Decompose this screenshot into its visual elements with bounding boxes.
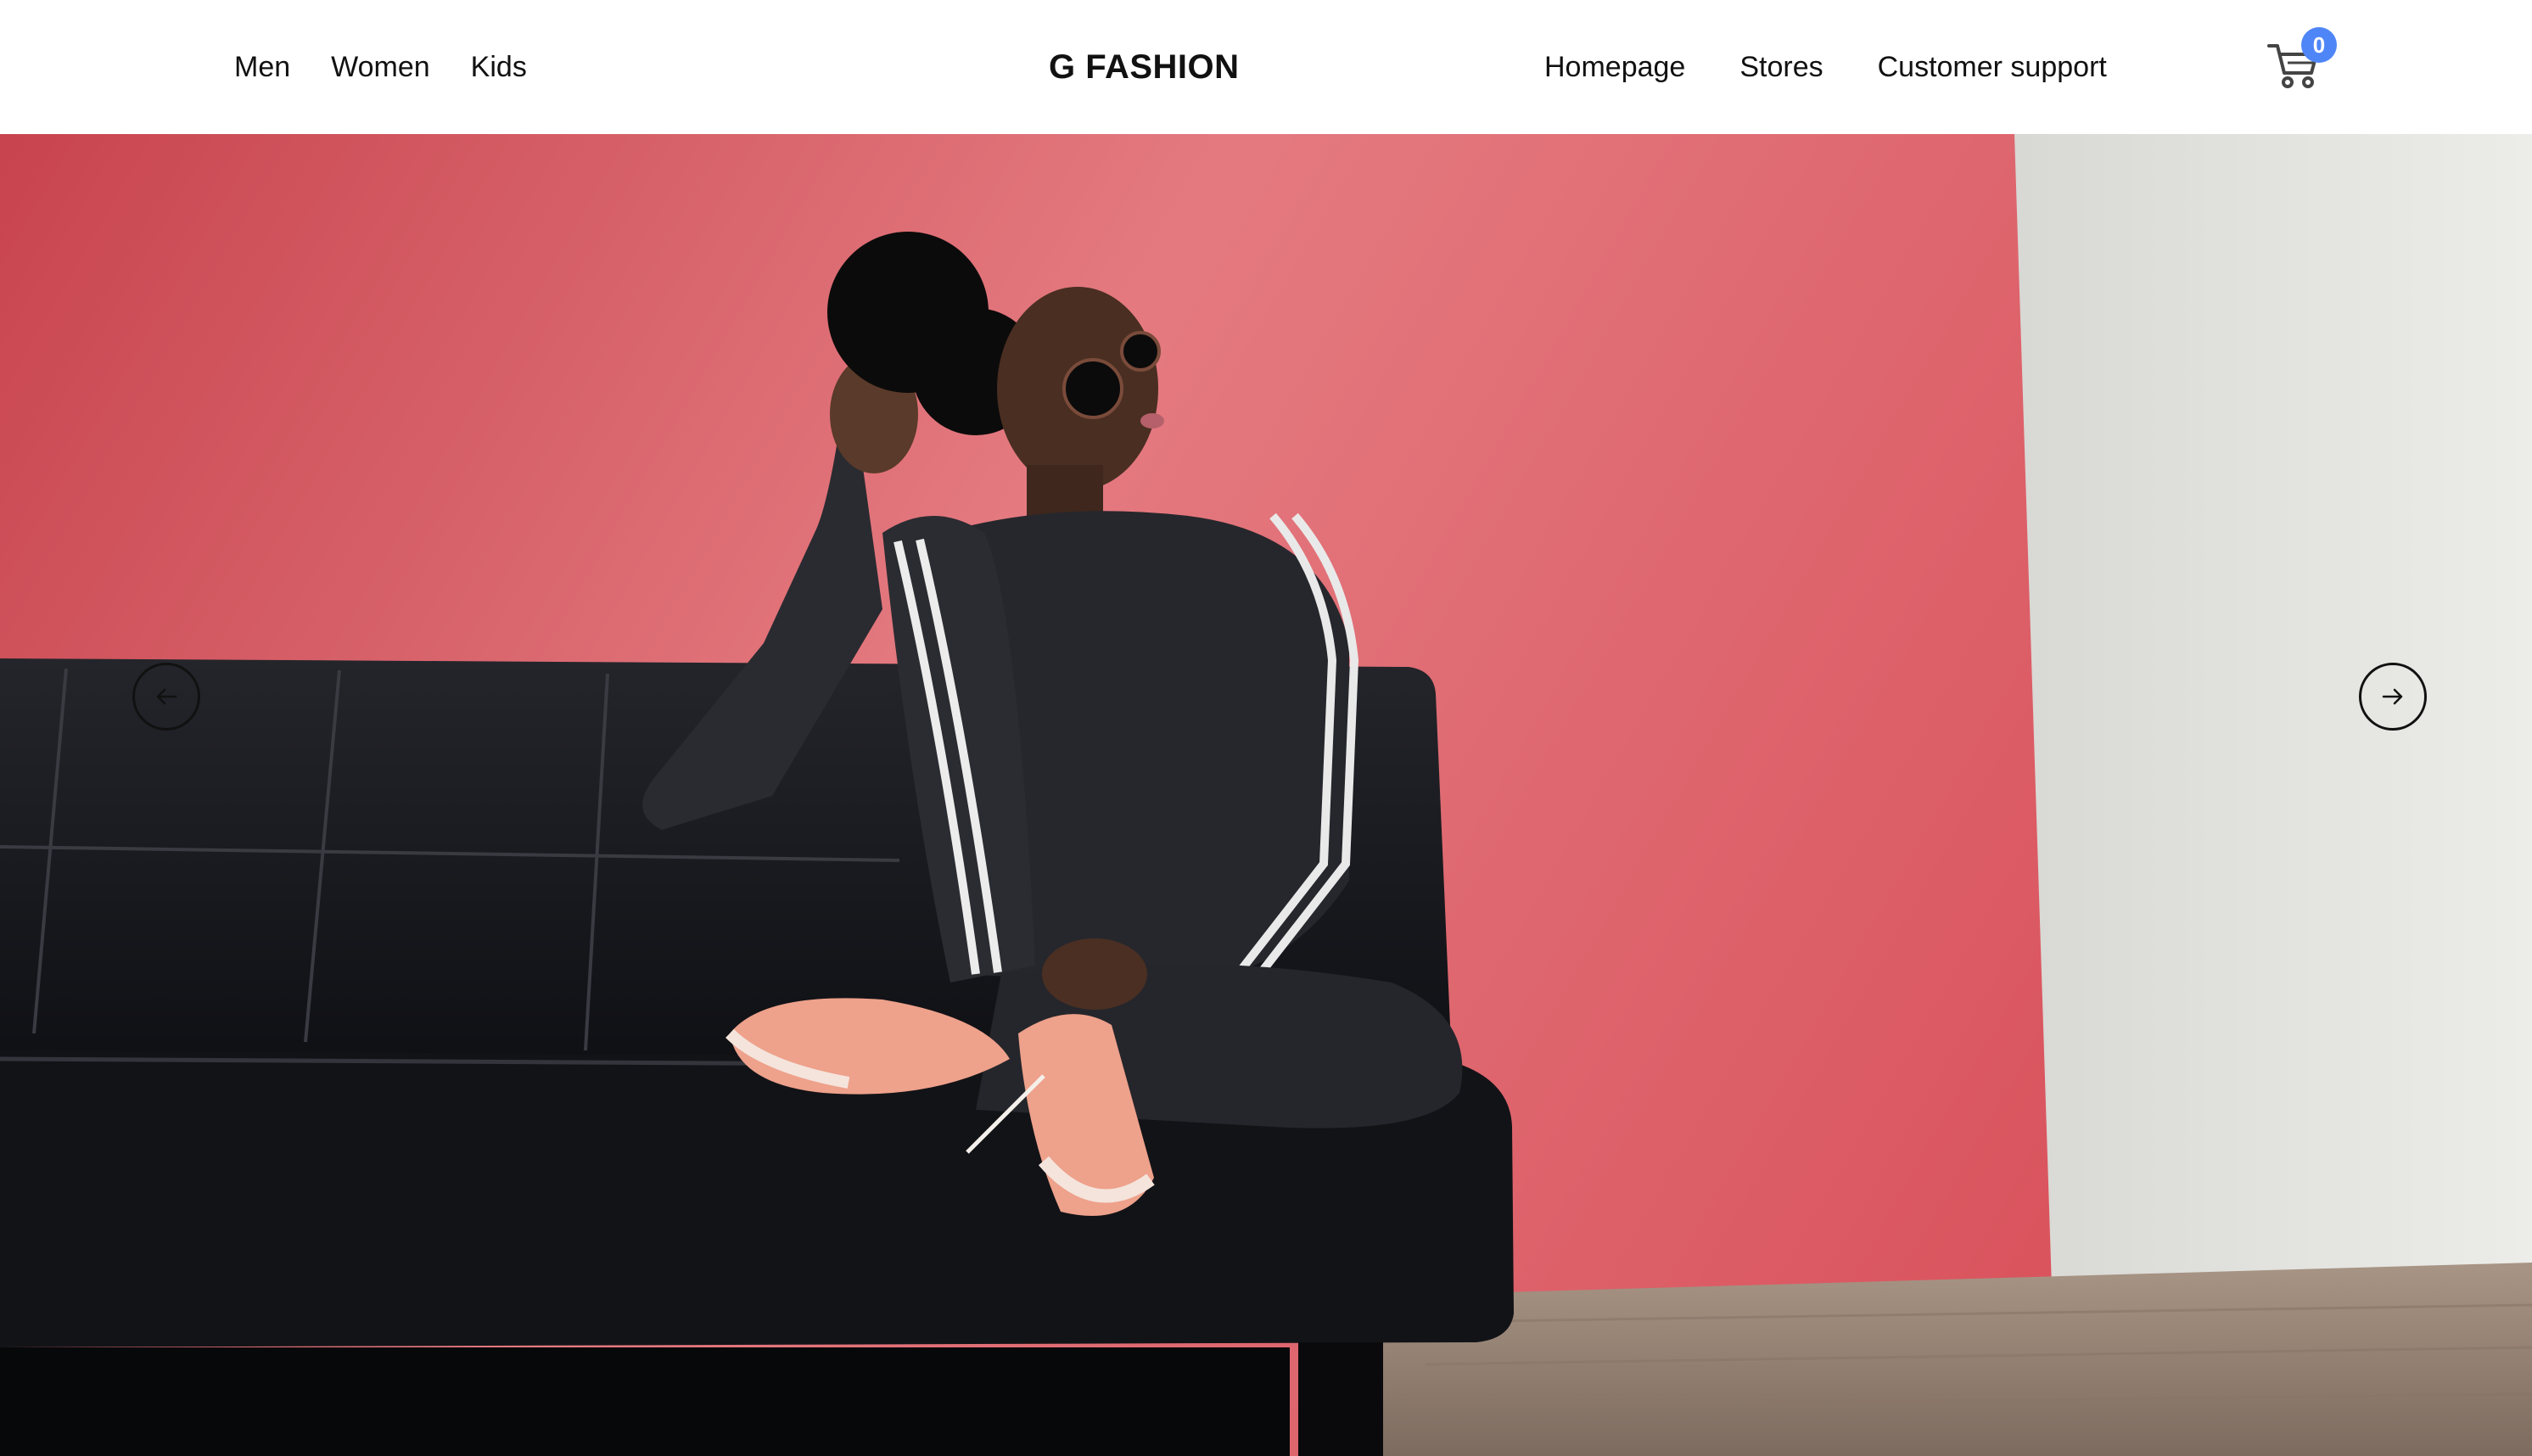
nav-link-stores[interactable]: Stores [1739,51,1823,84]
category-nav: Men Women Kids [234,0,527,134]
hero-carousel [0,134,2532,1456]
arrow-right-icon [2382,688,2403,705]
nav-link-kids[interactable]: Kids [471,51,527,84]
cart-button[interactable]: 0 [2267,27,2337,97]
model-on-black-sofa-photo [0,134,2532,1456]
arrow-left-icon [156,688,177,705]
site-nav: Homepage Stores Customer support [1544,0,2107,134]
carousel-prev-button[interactable] [132,663,200,731]
cart-count-badge: 0 [2301,27,2337,63]
nav-link-men[interactable]: Men [234,51,290,84]
nav-link-women[interactable]: Women [331,51,430,84]
carousel-next-button[interactable] [2359,663,2427,731]
brand-logo[interactable]: G FASHION [1049,0,1240,134]
nav-link-customer-support[interactable]: Customer support [1878,51,2107,84]
site-header: Men Women Kids G FASHION Homepage Stores… [0,0,2532,134]
nav-link-homepage[interactable]: Homepage [1544,51,1685,84]
